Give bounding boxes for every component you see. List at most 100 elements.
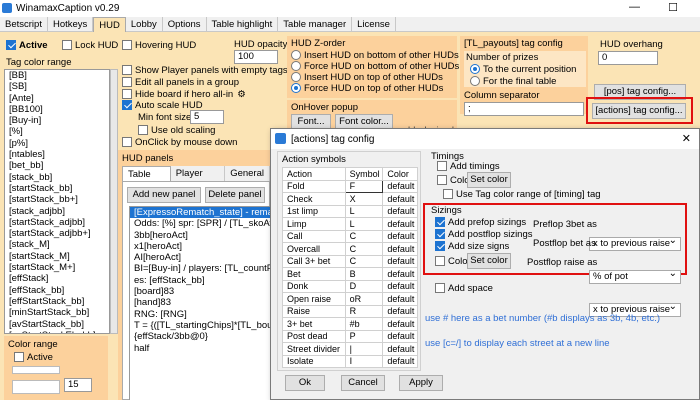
action-cell[interactable]: Open raise	[282, 292, 346, 306]
tag-list-item[interactable]: [startStack_M]	[5, 251, 109, 262]
tag-list-item[interactable]: [BB100]	[5, 104, 109, 115]
table-row[interactable]: Isolate Idefault	[282, 354, 418, 368]
tag-list-item[interactable]: [effStartStack_bb]	[5, 296, 109, 307]
tag-list-item[interactable]: [startStack_adjbb]	[5, 217, 109, 228]
symbol-cell[interactable]: oR	[344, 292, 384, 306]
color-cell[interactable]: default	[382, 329, 418, 343]
add-prefop-sizings-checkbox[interactable]: Add prefop sizings	[435, 217, 526, 229]
hud-overhang-input[interactable]: 0	[598, 51, 658, 65]
action-cell[interactable]: Donk	[282, 279, 346, 293]
color-range-swatch-1[interactable]	[12, 366, 60, 374]
add-space-checkbox[interactable]: Add space	[435, 283, 493, 295]
tab-table-panel[interactable]: Table panel	[122, 166, 171, 193]
action-cell[interactable]: Post dead	[282, 329, 346, 343]
table-row[interactable]: Donk Ddefault	[282, 279, 418, 293]
table-row[interactable]: Limp Ldefault	[282, 217, 418, 231]
color-cell[interactable]: default	[382, 317, 418, 331]
table-row[interactable]: Check Xdefault	[282, 192, 418, 206]
action-cell[interactable]: Call	[282, 229, 346, 243]
script-line[interactable]: 3bb[heroAct]	[130, 230, 270, 241]
color-cell[interactable]: default	[382, 217, 418, 231]
script-line[interactable]: [ExpressoRematch_state] - remato	[130, 207, 270, 219]
color-cell[interactable]: default	[382, 192, 418, 206]
tab-general[interactable]: General	[225, 166, 270, 181]
zorder-option-4[interactable]: Force HUD on top of other HUDs	[291, 83, 443, 95]
symbol-cell[interactable]: F	[344, 179, 384, 193]
color-cell[interactable]: default	[382, 179, 418, 193]
action-cell[interactable]: Fold	[282, 179, 346, 193]
tag-list-item[interactable]: [minStartStack_bb]	[5, 307, 109, 318]
symbol-cell[interactable]: B	[344, 267, 384, 281]
tab-hotkeys[interactable]: Hotkeys	[48, 17, 94, 32]
action-cell[interactable]: Call 3+ bet	[282, 254, 346, 268]
script-editor[interactable]: [ExpressoRematch_state] - remato Odds: [%…	[129, 206, 271, 400]
tab-hud[interactable]: HUD	[93, 17, 126, 32]
delete-panel-button[interactable]: Delete panel	[205, 187, 265, 203]
action-cell[interactable]: Check	[282, 192, 346, 206]
hud-opacity-input[interactable]: 100	[234, 50, 278, 64]
tag-list-scrollbar[interactable]	[110, 69, 118, 334]
symbol-cell[interactable]: R	[344, 304, 384, 318]
preflop-3bet-select[interactable]: x to previous raise	[589, 235, 681, 251]
tag-list-item[interactable]: [startStack_bb]	[5, 183, 109, 194]
action-cell[interactable]: 1st limp	[282, 204, 346, 218]
color-cell[interactable]: default	[382, 304, 418, 318]
lock-hud-checkbox[interactable]: Lock HUD	[62, 40, 118, 52]
column-separator-input[interactable]: ;	[464, 102, 584, 116]
action-cell[interactable]: Overcall	[282, 242, 346, 256]
action-cell[interactable]: Raise	[282, 304, 346, 318]
color-range-value-input[interactable]: 15	[64, 378, 92, 392]
script-line[interactable]: [board]83	[130, 286, 270, 297]
edit-all-panels-checkbox[interactable]: Edit all panels in a group	[122, 77, 239, 89]
symbol-cell[interactable]: C	[344, 242, 384, 256]
tab-table-highlight[interactable]: Table highlight	[207, 17, 279, 32]
table-row[interactable]: 3+ bet #b default	[282, 317, 418, 331]
tag-list-item[interactable]: [effStack_bb]	[5, 285, 109, 296]
symbol-cell[interactable]: D	[344, 279, 384, 293]
symbol-cell[interactable]: I	[344, 354, 384, 368]
action-cell[interactable]: Bet	[282, 267, 346, 281]
tag-list[interactable]: [BB] [SB] [Ante] [BB100] [Buy-in] [%] [p%] [nta…	[4, 69, 110, 334]
tab-table-manager[interactable]: Table manager	[278, 17, 353, 32]
color-cell[interactable]: default	[382, 204, 418, 218]
color-cell[interactable]: default	[382, 267, 418, 281]
color-cell[interactable]: default	[382, 254, 418, 268]
symbol-cell[interactable]: #b	[344, 317, 384, 331]
tag-list-item[interactable]: [Ante]	[5, 93, 109, 104]
table-row[interactable]: Street divider | default	[282, 342, 418, 356]
tag-list-item[interactable]: [BB]	[5, 70, 109, 81]
color-range-active-checkbox[interactable]: Active	[14, 352, 53, 364]
hovering-hud-checkbox[interactable]: Hovering HUD	[122, 40, 196, 52]
tag-list-item[interactable]: [stack_adjbb]	[5, 206, 109, 217]
action-cell[interactable]: Street divider	[282, 342, 346, 356]
color-cell[interactable]: default	[382, 292, 418, 306]
tag-list-item[interactable]: [effStack]	[5, 273, 109, 284]
add-postflop-sizings-checkbox[interactable]: Add postflop sizings	[435, 229, 533, 241]
script-line[interactable]: x1[heroAct]	[130, 241, 270, 252]
ok-button[interactable]: Ok	[285, 375, 325, 391]
postflop-bet-select[interactable]: % of pot	[589, 268, 681, 284]
tag-list-item[interactable]: [startStack_M+]	[5, 262, 109, 273]
add-size-signs-checkbox[interactable]: Add size signs	[435, 241, 509, 253]
symbol-cell[interactable]: |	[344, 342, 384, 356]
tag-list-item[interactable]: [stack_bb]	[5, 172, 109, 183]
tab-options[interactable]: Options	[163, 17, 207, 32]
script-line[interactable]: BI=[Buy-in] / players: [TL_countPla	[130, 263, 270, 274]
tag-list-item[interactable]: [stack_M]	[5, 239, 109, 250]
script-line[interactable]: RNG: [RNG]	[130, 309, 270, 320]
tab-betscript[interactable]: Betscript	[0, 17, 48, 32]
table-row[interactable]: Open raise oR default	[282, 292, 418, 306]
table-row[interactable]: Post dead Pdefault	[282, 329, 418, 343]
show-empty-panels-checkbox[interactable]: Show Player panels with empty tags	[122, 65, 288, 77]
symbol-cell[interactable]: L	[344, 204, 384, 218]
tag-list-item[interactable]: [%]	[5, 126, 109, 137]
color-range-swatch-2[interactable]	[12, 380, 60, 394]
symbol-cell[interactable]: P	[344, 329, 384, 343]
close-icon[interactable]: ✕	[682, 132, 691, 145]
script-line[interactable]: [hand]83	[130, 297, 270, 308]
symbol-cell[interactable]: C	[344, 229, 384, 243]
symbol-cell[interactable]: L	[344, 217, 384, 231]
minimize-button[interactable]: —	[629, 1, 640, 13]
color-cell[interactable]: default	[382, 279, 418, 293]
script-line[interactable]: half	[130, 343, 270, 354]
